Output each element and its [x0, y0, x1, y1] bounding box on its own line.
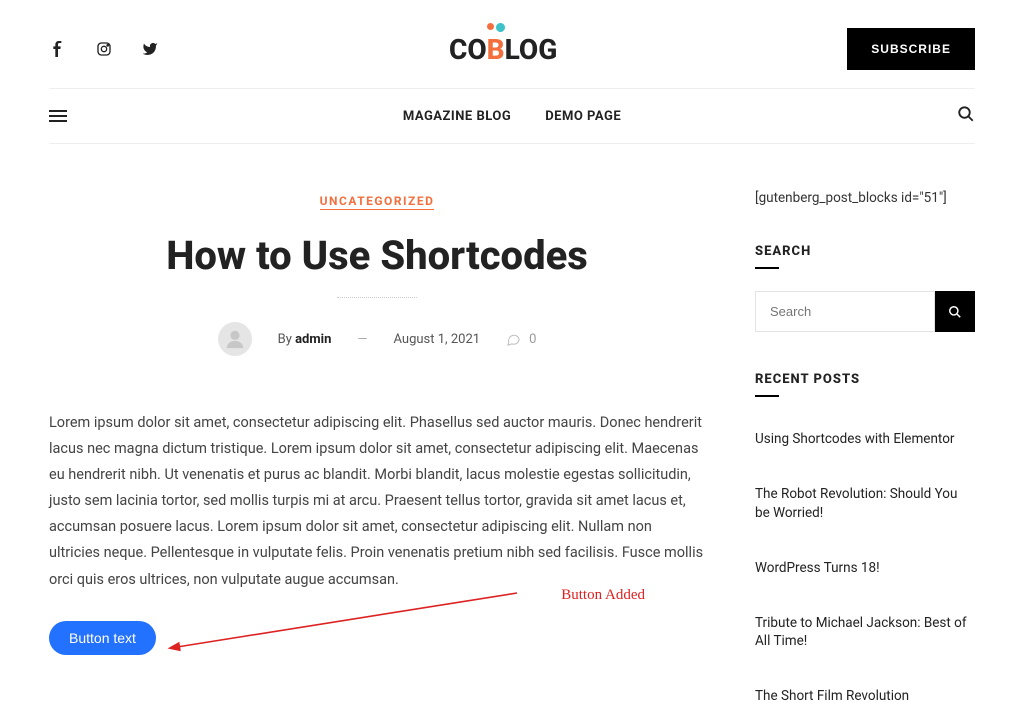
- widget-underline: [755, 395, 779, 397]
- recent-post-link[interactable]: WordPress Turns 18!: [755, 548, 975, 589]
- annotation-arrow-icon: [167, 589, 527, 659]
- article-body: Lorem ipsum dolor sit amet, consectetur …: [49, 410, 705, 655]
- comment-count[interactable]: 0: [506, 332, 536, 347]
- search-button[interactable]: [935, 291, 975, 332]
- recent-posts-widget: RECENT POSTS Using Shortcodes with Eleme…: [755, 372, 975, 717]
- avatar: [218, 322, 252, 356]
- facebook-icon[interactable]: [49, 40, 67, 58]
- twitter-icon[interactable]: [141, 40, 159, 58]
- article: UNCATEGORIZED How to Use Shortcodes By a…: [49, 190, 705, 655]
- search-icon[interactable]: [957, 105, 975, 127]
- logo-text-b: B: [487, 33, 505, 66]
- article-meta: By admin — August 1, 2021 0: [49, 322, 705, 356]
- recent-post-link[interactable]: Tribute to Michael Jackson: Best of All …: [755, 603, 975, 663]
- top-bar: COBLOG SUBSCRIBE: [49, 0, 975, 88]
- logo-text-c: LOG: [505, 33, 558, 66]
- comment-number: 0: [529, 332, 536, 347]
- shortcode-button[interactable]: Button text: [49, 621, 156, 655]
- subscribe-button[interactable]: SUBSCRIBE: [847, 28, 975, 70]
- sidebar: [gutenberg_post_blocks id="51"] SEARCH R…: [755, 190, 975, 717]
- search-input[interactable]: [755, 291, 935, 332]
- recent-post-link[interactable]: The Robot Revolution: Should You be Worr…: [755, 474, 975, 534]
- site-logo[interactable]: COBLOG: [449, 33, 557, 66]
- category-link[interactable]: UNCATEGORIZED: [320, 194, 435, 210]
- comment-icon: [506, 332, 521, 347]
- nav-link[interactable]: MAGAZINE BLOG: [403, 109, 511, 124]
- main-nav: MAGAZINE BLOG DEMO PAGE: [49, 88, 975, 144]
- nav-links: MAGAZINE BLOG DEMO PAGE: [403, 109, 621, 124]
- menu-icon[interactable]: [49, 107, 67, 125]
- instagram-icon[interactable]: [95, 40, 113, 58]
- logo-text-a: CO: [449, 33, 487, 66]
- logo-accent-icon: [487, 23, 505, 32]
- widget-title: SEARCH: [755, 244, 975, 259]
- recent-post-link[interactable]: The Short Film Revolution: [755, 676, 975, 717]
- recent-post-link[interactable]: Using Shortcodes with Elementor: [755, 419, 975, 460]
- gutenberg-shortcode-text: [gutenberg_post_blocks id="51"]: [755, 190, 975, 206]
- divider: [337, 297, 417, 298]
- body-paragraph: Lorem ipsum dolor sit amet, consectetur …: [49, 410, 705, 593]
- search-icon: [948, 305, 962, 319]
- widget-title: RECENT POSTS: [755, 372, 975, 387]
- by-prefix: By: [278, 332, 295, 347]
- byline: By admin: [278, 332, 332, 347]
- publish-date: August 1, 2021: [394, 332, 481, 347]
- author-name[interactable]: admin: [295, 332, 331, 347]
- search-widget: SEARCH: [755, 244, 975, 332]
- annotation-label: Button Added: [561, 582, 645, 609]
- nav-link[interactable]: DEMO PAGE: [545, 109, 621, 124]
- widget-underline: [755, 267, 779, 269]
- meta-separator: —: [357, 332, 367, 347]
- social-links: [49, 40, 159, 58]
- article-title: How to Use Shortcodes: [49, 233, 705, 279]
